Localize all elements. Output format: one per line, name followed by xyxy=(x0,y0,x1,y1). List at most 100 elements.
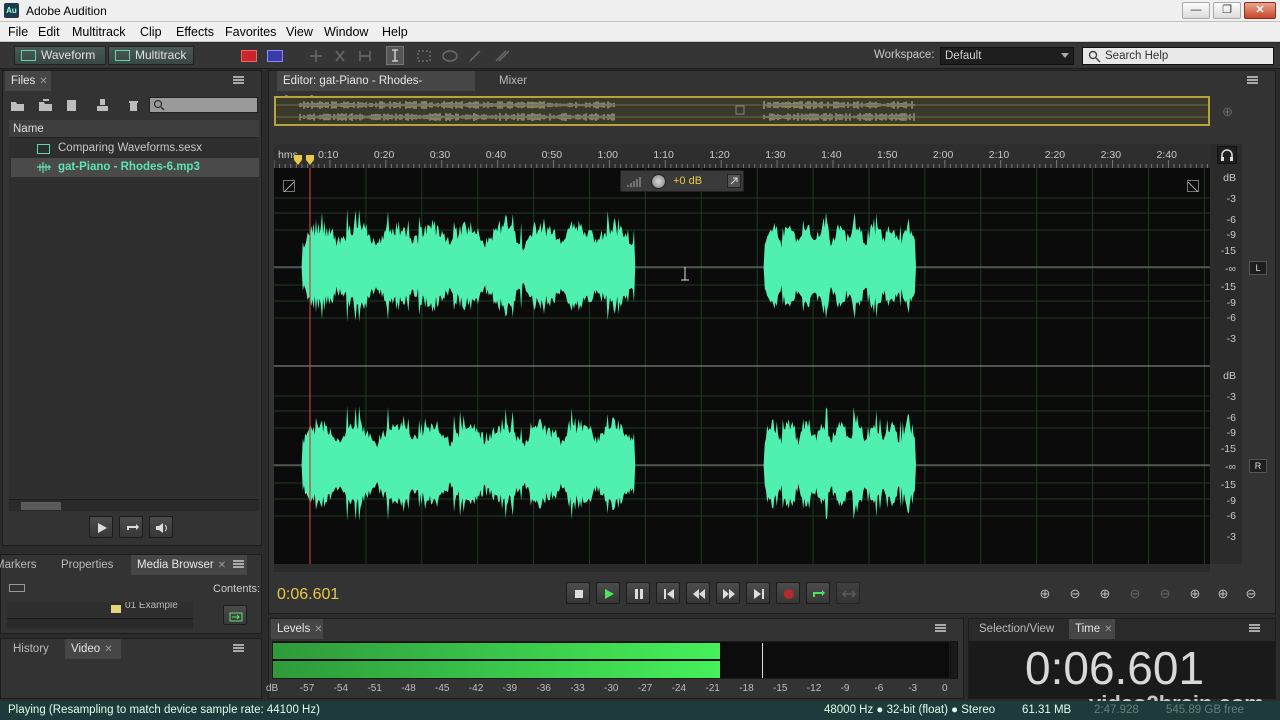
close-icon[interactable]: ✕ xyxy=(104,644,112,655)
horizontal-scrollbar[interactable] xyxy=(7,618,193,628)
zoom-in-time-icon[interactable]: ⊕ xyxy=(1096,586,1114,602)
db-label: -3 xyxy=(1226,193,1236,205)
tab-markers[interactable]: Markers xyxy=(0,555,43,575)
close-window-button[interactable]: ✕ xyxy=(1244,2,1276,19)
tab-levels[interactable]: Levels ✕ xyxy=(271,619,323,639)
spectral-pitch-icon[interactable] xyxy=(267,50,283,62)
title-bar: Au Adobe Audition — ❐ ✕ xyxy=(0,0,1280,22)
tab-video[interactable]: Video ✕ xyxy=(65,639,121,659)
list-item-selected[interactable]: gat-Piano - Rhodes-6.mp3 xyxy=(11,158,259,177)
panel-menu-icon[interactable] xyxy=(935,624,946,632)
panel-menu-icon[interactable] xyxy=(1247,76,1258,84)
menu-clip[interactable]: Clip xyxy=(140,25,162,39)
tab-editor[interactable]: Editor: gat-Piano - Rhodes-6.mp3▼✕ xyxy=(277,71,475,107)
level-meter xyxy=(272,641,950,679)
hud-volume[interactable]: +0 dB xyxy=(620,170,744,192)
panel-menu-icon[interactable] xyxy=(233,644,244,652)
audition-logo-icon: Au xyxy=(4,3,19,18)
db-label: -9 xyxy=(1226,297,1236,309)
zoom-to-selection-icon[interactable]: ⊕ xyxy=(1222,104,1240,120)
spectral-frequency-icon[interactable] xyxy=(241,50,257,62)
rewind-button[interactable] xyxy=(686,582,710,604)
fade-out-handle-icon[interactable] xyxy=(1187,180,1199,193)
editor-horizontal-scrollbar[interactable] xyxy=(274,564,1210,572)
headphones-button[interactable] xyxy=(1217,146,1237,164)
zoom-out-amplitude-icon[interactable]: ⊖ xyxy=(1066,586,1084,602)
minimize-button[interactable]: — xyxy=(1182,2,1210,19)
menu-favorites[interactable]: Favorites xyxy=(225,25,276,39)
tab-selection-view[interactable]: Selection/View xyxy=(973,619,1060,639)
window-title: Adobe Audition xyxy=(26,4,107,18)
menu-help[interactable]: Help xyxy=(382,25,408,39)
scrollbar-thumb[interactable] xyxy=(21,502,61,510)
audio-file-icon xyxy=(37,162,51,173)
pause-button[interactable] xyxy=(626,582,650,604)
tab-history[interactable]: History xyxy=(7,639,55,659)
skip-selection-button[interactable] xyxy=(836,582,860,604)
stop-button[interactable] xyxy=(566,582,590,604)
close-icon[interactable]: ✕ xyxy=(218,560,226,571)
level-scale-label: -6 xyxy=(874,683,884,694)
time-tab-label: Time xyxy=(1075,623,1101,635)
tab-mixer[interactable]: Mixer xyxy=(493,71,533,91)
tab-media-browser[interactable]: Media Browser ✕ xyxy=(131,555,247,575)
media-tree: 01 Example xyxy=(7,602,193,630)
volume-knob[interactable] xyxy=(651,174,666,189)
zoom-in-point-icon[interactable]: ⊕ xyxy=(1186,586,1204,602)
tab-properties[interactable]: Properties xyxy=(55,555,119,575)
play-preview-button[interactable] xyxy=(89,516,113,538)
zoom-in-amplitude-icon[interactable]: ⊕ xyxy=(1036,586,1054,602)
menu-window[interactable]: Window xyxy=(324,25,368,39)
menu-effects[interactable]: Effects xyxy=(176,25,214,39)
level-scale-label: -12 xyxy=(806,683,822,694)
playhead-marker-icon[interactable] xyxy=(292,153,318,167)
close-icon[interactable]: ✕ xyxy=(314,624,322,635)
zoom-out-time-icon[interactable]: ⊖ xyxy=(1126,586,1144,602)
hud-gain-value[interactable]: +0 dB xyxy=(673,175,702,187)
autoplay-button[interactable] xyxy=(149,516,173,538)
channel-left-toggle[interactable]: L xyxy=(1249,261,1267,275)
status-duration: 2:47.928 xyxy=(1094,704,1139,716)
fast-forward-button[interactable] xyxy=(716,582,740,604)
zoom-selection-icon[interactable]: ⊕ xyxy=(1214,586,1232,602)
record-button[interactable] xyxy=(776,582,800,604)
panel-menu-icon[interactable] xyxy=(233,76,244,84)
insert-button[interactable] xyxy=(223,605,247,625)
close-icon[interactable]: ✕ xyxy=(39,76,47,87)
rewind-icon xyxy=(693,589,705,599)
multitrack-view-button[interactable]: Multitrack xyxy=(108,46,194,65)
waveform-view-button[interactable]: Waveform xyxy=(14,46,106,65)
current-time-display[interactable]: 0:06.601 xyxy=(277,586,339,604)
time-selection-tool-button[interactable] xyxy=(386,46,404,65)
channel-right-toggle[interactable]: R xyxy=(1249,459,1267,473)
name-column-header[interactable]: Name xyxy=(9,120,259,138)
play-button[interactable] xyxy=(596,582,620,604)
files-list xyxy=(9,138,259,498)
menu-multitrack[interactable]: Multitrack xyxy=(72,25,125,39)
zoom-full-icon[interactable]: ⊖ xyxy=(1242,586,1260,602)
loop-icon xyxy=(127,524,139,530)
go-to-end-button[interactable] xyxy=(746,582,770,604)
folder-item[interactable]: 01 Example xyxy=(125,602,178,611)
clip-indicator[interactable] xyxy=(950,641,958,679)
horizontal-scrollbar[interactable] xyxy=(9,499,259,511)
tab-time[interactable]: Time ✕ xyxy=(1069,619,1115,639)
tab-files[interactable]: Files ✕ xyxy=(5,71,51,91)
menu-edit[interactable]: Edit xyxy=(38,25,60,39)
zoom-out-full-icon[interactable]: ⊖ xyxy=(1156,586,1174,602)
search-help-input[interactable]: Search Help xyxy=(1082,47,1274,65)
pin-icon[interactable] xyxy=(727,174,741,188)
menu-file[interactable]: File xyxy=(8,25,28,39)
go-to-start-button[interactable] xyxy=(656,582,680,604)
maximize-button[interactable]: ❐ xyxy=(1213,2,1241,19)
files-search-input[interactable] xyxy=(149,97,258,113)
menu-view[interactable]: View xyxy=(286,25,313,39)
close-icon[interactable]: ✕ xyxy=(1104,624,1112,635)
fade-in-handle-icon[interactable] xyxy=(283,180,295,193)
loop-preview-button[interactable] xyxy=(119,516,143,538)
list-item[interactable]: Comparing Waveforms.sesx xyxy=(11,139,259,158)
panel-menu-icon[interactable] xyxy=(233,560,244,568)
panel-menu-icon[interactable] xyxy=(1249,624,1260,632)
workspace-select[interactable]: Default xyxy=(940,47,1074,65)
loop-playback-button[interactable] xyxy=(806,582,830,604)
